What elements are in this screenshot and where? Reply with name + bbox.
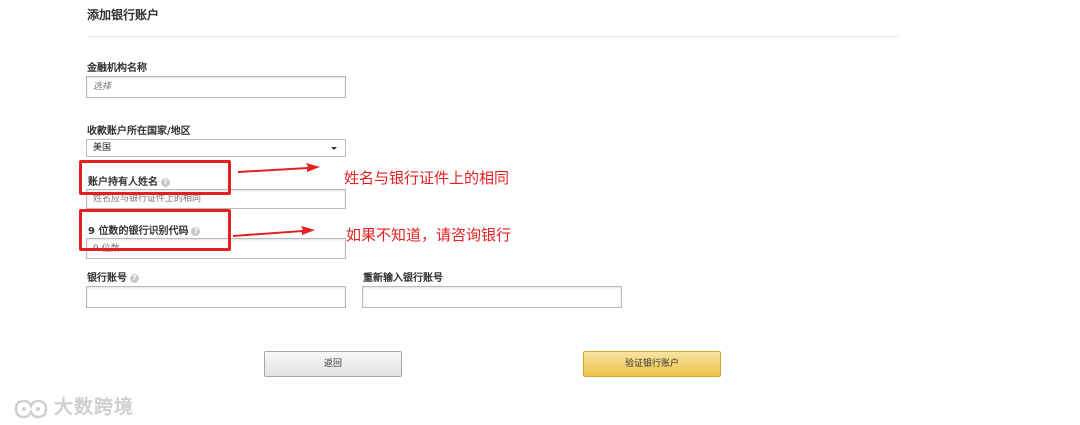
- country-selected-value: 美国: [93, 143, 112, 153]
- highlight-box-holder-name: [79, 160, 231, 195]
- account-number-label-text: 银行账号: [87, 273, 127, 284]
- help-icon[interactable]: ?: [130, 273, 139, 283]
- page-title: 添加银行账户: [87, 8, 160, 22]
- account-number-input[interactable]: [86, 286, 346, 308]
- arrow-icon: [238, 163, 320, 173]
- institution-select-input[interactable]: [86, 76, 346, 98]
- account-number-confirm-label: 重新输入银行账号: [363, 273, 443, 284]
- country-select[interactable]: 美国: [86, 139, 346, 157]
- highlight-box-routing: [79, 209, 231, 251]
- account-number-label: 银行账号?: [87, 269, 139, 284]
- country-label: 收款账户所在国家/地区: [87, 126, 191, 137]
- account-number-confirm-input[interactable]: [362, 286, 622, 308]
- watermark: 大数跨境: [12, 392, 134, 419]
- brand-logo-icon: [14, 399, 48, 418]
- watermark-text: 大数跨境: [54, 396, 135, 418]
- title-divider: [87, 36, 899, 37]
- annotation-name-note: 姓名与银行证件上的相同: [344, 169, 510, 187]
- add-bank-account-page: 添加银行账户 金融机构名称 收款账户所在国家/地区 美国 账户持有人姓名? 姓名…: [0, 0, 1080, 425]
- annotation-routing-note: 如果不知道，请咨询银行: [346, 226, 512, 244]
- verify-bank-account-button[interactable]: 验证银行账户: [583, 351, 721, 377]
- institution-label: 金融机构名称: [87, 63, 147, 74]
- back-button[interactable]: 返回: [264, 351, 402, 377]
- chevron-down-icon: [331, 147, 337, 150]
- arrow-icon: [233, 226, 315, 237]
